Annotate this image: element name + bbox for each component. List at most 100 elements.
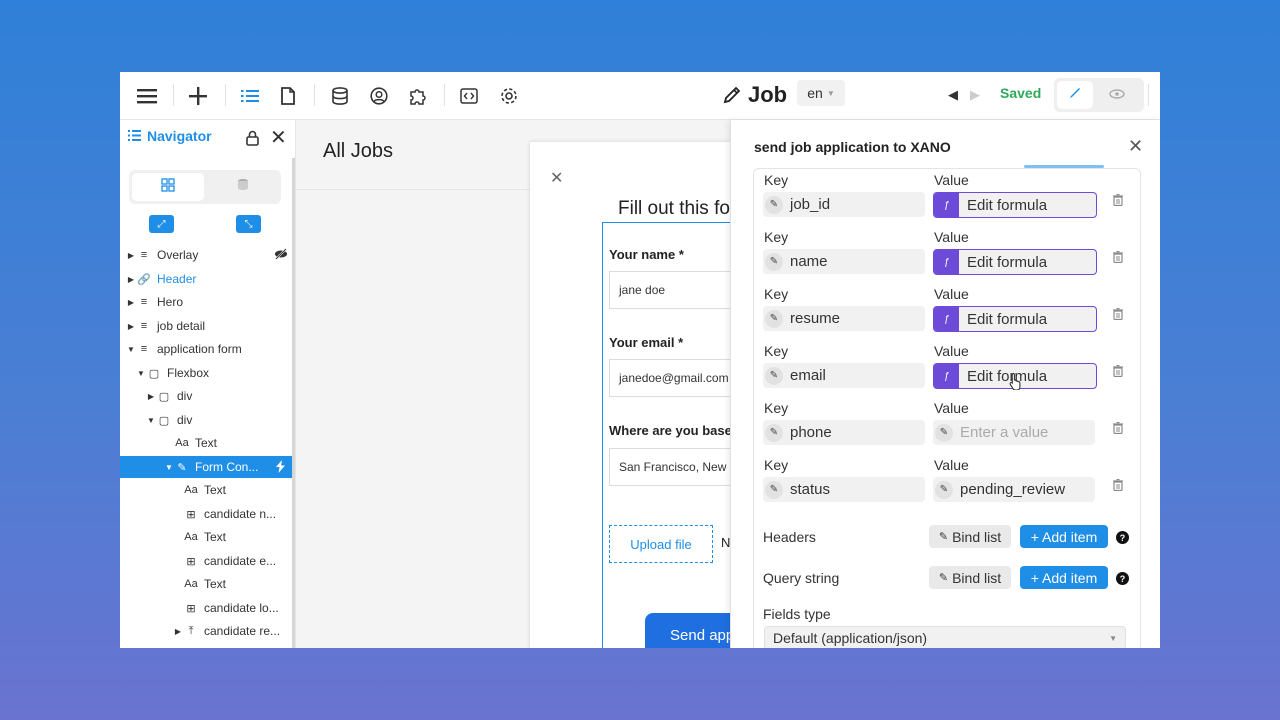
page-icon[interactable] <box>274 82 302 110</box>
collapse-all-icon[interactable]: ⤡ <box>236 215 261 233</box>
headers-bind-list-button[interactable]: ✎ Bind list <box>929 525 1011 548</box>
value-input[interactable]: ✎ Enter a value <box>933 420 1095 445</box>
upload-file-button[interactable]: Upload file <box>609 525 713 563</box>
headers-add-item-button[interactable]: + Add item <box>1020 525 1108 548</box>
menu-icon[interactable] <box>133 82 161 110</box>
trash-icon[interactable] <box>1113 479 1123 494</box>
tree-item[interactable]: ▼ ▢ div <box>120 409 292 431</box>
key-input[interactable]: ✎ status <box>763 477 925 502</box>
caret-right-icon[interactable]: ▶ <box>173 627 183 636</box>
tree-item[interactable]: ▼ ✎ Form Con... <box>120 456 292 478</box>
formula-icon: ƒ <box>934 193 959 217</box>
key-input[interactable]: ✎ name <box>763 249 925 274</box>
tree-item[interactable]: Aa Text <box>120 479 292 501</box>
help-icon[interactable]: ? <box>1116 572 1129 585</box>
tree-item[interactable]: ⊞ candidate e... <box>120 550 292 572</box>
edit-formula-button[interactable]: ƒ Edit formula <box>933 306 1097 332</box>
trash-icon[interactable] <box>1113 365 1123 380</box>
email-input[interactable]: janedoe@gmail.com <box>609 359 736 397</box>
puzzle-icon[interactable] <box>404 82 432 110</box>
send-application-button[interactable]: Send app <box>645 613 736 648</box>
language-select[interactable]: en ▼ <box>797 80 845 106</box>
workflow-bolt-icon[interactable] <box>276 460 285 476</box>
database-icon[interactable] <box>326 82 354 110</box>
navigator-scrollbar[interactable] <box>292 158 295 648</box>
fields-type-select[interactable]: Default (application/json) ▼ <box>764 626 1126 648</box>
design-mode-button[interactable] <box>1057 81 1093 109</box>
user-circle-icon[interactable] <box>365 82 393 110</box>
caret-down-icon[interactable]: ▼ <box>126 345 136 354</box>
previous-arrow-icon[interactable]: ◀ <box>948 87 958 103</box>
tree-item[interactable]: ▶ ⤒ candidate re... <box>120 620 292 642</box>
value-input[interactable]: ✎ pending_review <box>933 477 1095 502</box>
plug-icon[interactable]: ✎ <box>765 480 783 499</box>
plus-icon[interactable] <box>184 82 212 110</box>
tree-item[interactable]: ▶ 🔗 Header <box>120 268 292 290</box>
tree-item-label: Text <box>195 436 218 450</box>
key-value: name <box>790 253 828 270</box>
expand-all-icon[interactable]: ⤢ <box>149 215 174 233</box>
tree-item[interactable]: ⊞ candidate lo... <box>120 597 292 619</box>
tree-item[interactable]: Aa Text <box>120 526 292 548</box>
tree-item[interactable]: ▼ ≡ application form <box>120 338 292 360</box>
plug-icon[interactable]: ✎ <box>765 195 783 214</box>
next-arrow-icon[interactable]: ▶ <box>970 87 980 103</box>
close-icon[interactable]: ✕ <box>1128 136 1143 157</box>
plug-icon[interactable]: ✎ <box>765 252 783 271</box>
fields-type-value: Default (application/json) <box>773 630 928 646</box>
caret-down-icon[interactable]: ▼ <box>164 463 174 472</box>
close-icon[interactable]: ✕ <box>550 168 563 188</box>
edit-formula-button[interactable]: ƒ Edit formula <box>933 192 1097 218</box>
key-input[interactable]: ✎ email <box>763 363 925 388</box>
preview-mode-button[interactable] <box>1099 81 1135 109</box>
plug-icon: ✎ <box>938 572 949 584</box>
tree-item[interactable]: ▶ ≡ job detail <box>120 315 292 337</box>
key-input[interactable]: ✎ job_id <box>763 192 925 217</box>
tree-item[interactable]: ▼ ▢ Flexbox <box>120 362 292 384</box>
form-container[interactable]: Your name * jane doe Your email * janedo… <box>602 222 736 648</box>
caret-down-icon[interactable]: ▼ <box>136 369 146 378</box>
plug-icon[interactable]: ✎ <box>765 309 783 328</box>
key-input[interactable]: ✎ resume <box>763 306 925 331</box>
caret-right-icon[interactable]: ▶ <box>126 251 136 260</box>
tree-item[interactable]: ▶ ▢ div <box>120 385 292 407</box>
trash-icon[interactable] <box>1113 308 1123 323</box>
plug-icon[interactable]: ✎ <box>935 423 953 442</box>
chevron-down-icon: ▼ <box>1109 634 1117 643</box>
caret-right-icon[interactable]: ▶ <box>126 322 136 331</box>
lock-icon[interactable] <box>246 130 259 151</box>
tree-item-label: Flexbox <box>167 366 210 380</box>
tree-item[interactable]: ▶ ≡ Hero <box>120 291 292 313</box>
plug-icon[interactable]: ✎ <box>935 480 953 499</box>
tree-item[interactable]: Aa Text <box>120 573 292 595</box>
plug-icon[interactable]: ✎ <box>765 423 783 442</box>
trash-icon[interactable] <box>1113 422 1123 437</box>
code-icon[interactable] <box>455 82 483 110</box>
tab-data[interactable] <box>207 173 279 201</box>
trash-icon[interactable] <box>1113 251 1123 266</box>
caret-right-icon[interactable]: ▶ <box>126 275 136 284</box>
help-icon[interactable]: ? <box>1116 531 1129 544</box>
tab-elements[interactable] <box>132 173 204 201</box>
formula-icon: ƒ <box>934 307 959 331</box>
caret-down-icon[interactable]: ▼ <box>146 416 156 425</box>
query-bind-list-button[interactable]: ✎ Bind list <box>929 566 1011 589</box>
query-add-item-button[interactable]: + Add item <box>1020 566 1108 589</box>
location-input[interactable]: San Francisco, New <box>609 448 736 486</box>
caret-right-icon[interactable]: ▶ <box>126 298 136 307</box>
element-type-icon: Aa <box>175 437 189 449</box>
close-icon[interactable]: ✕ <box>270 128 287 148</box>
key-input[interactable]: ✎ phone <box>763 420 925 445</box>
key-header: Key <box>764 286 789 302</box>
list-icon[interactable] <box>236 82 264 110</box>
plug-icon[interactable]: ✎ <box>765 366 783 385</box>
edit-formula-button[interactable]: ƒ Edit formula <box>933 249 1097 275</box>
caret-right-icon[interactable]: ▶ <box>146 392 156 401</box>
tree-item[interactable]: Aa Text <box>120 432 292 454</box>
name-input[interactable]: jane doe <box>609 271 736 309</box>
tree-item[interactable]: ▶ ≡ Overlay <box>120 244 292 266</box>
gear-icon[interactable] <box>495 82 523 110</box>
eye-slash-icon[interactable] <box>274 248 288 263</box>
trash-icon[interactable] <box>1113 194 1123 209</box>
tree-item[interactable]: ⊞ candidate n... <box>120 503 292 525</box>
